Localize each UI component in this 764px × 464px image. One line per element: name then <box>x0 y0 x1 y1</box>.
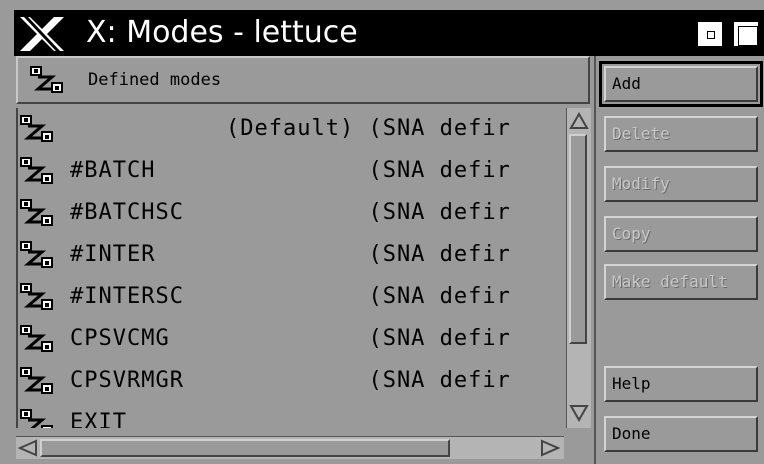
list-item[interactable]: CPSVRMGR (SNA defir <box>18 360 568 402</box>
mode-name: CPSVCMG <box>70 326 170 351</box>
vertical-scroll-thumb[interactable] <box>569 134 587 344</box>
mode-name: #INTER <box>70 242 156 267</box>
list-item[interactable]: #BATCHSC (SNA defir <box>18 192 568 234</box>
modes-list[interactable]: (Default) (SNA defir #BATCH (SNA defir #… <box>16 108 568 428</box>
list-item[interactable]: (Default) (SNA defir <box>18 108 568 150</box>
mode-description: (SNA defir <box>226 242 511 267</box>
mode-description: (Default) (SNA defir <box>226 116 511 141</box>
window-title: X: Modes - lettuce <box>86 15 358 50</box>
mode-name: EXIT <box>70 410 127 428</box>
list-item[interactable]: #INTER (SNA defir <box>18 234 568 276</box>
x-logo-icon[interactable] <box>18 15 66 53</box>
mode-icon <box>20 241 53 268</box>
vertical-scrollbar[interactable] <box>566 108 591 428</box>
mode-description: (SNA defir <box>226 326 511 351</box>
mode-icon <box>20 199 53 226</box>
horizontal-scroll-thumb[interactable] <box>40 439 450 457</box>
mode-icon <box>20 115 53 142</box>
list-header: Defined modes <box>16 56 590 104</box>
mode-description: (SNA defir <box>226 368 511 393</box>
list-item[interactable]: CPSVCMG (SNA defir <box>18 318 568 360</box>
mode-icon <box>20 283 53 310</box>
mode-name: #BATCH <box>70 158 156 183</box>
mode-name: #INTERSC <box>70 284 184 309</box>
mode-icon <box>30 66 63 93</box>
scroll-right-arrow-icon[interactable] <box>540 439 560 457</box>
mode-description: (SNA defir <box>226 200 511 225</box>
mode-description: (SNA defir <box>226 158 511 183</box>
horizontal-scrollbar[interactable] <box>16 436 564 459</box>
scroll-left-arrow-icon[interactable] <box>18 439 38 457</box>
minimize-button[interactable] <box>696 20 724 48</box>
add-button[interactable]: Add <box>599 61 763 107</box>
header-label: Defined modes <box>88 70 222 90</box>
mode-name: #BATCHSC <box>70 200 184 225</box>
list-item[interactable]: #BATCH (SNA defir <box>18 150 568 192</box>
panel-divider <box>594 56 596 464</box>
title-bar[interactable]: X: Modes - lettuce <box>14 10 764 56</box>
modes-window: X: Modes - lettuce Defined modes (Defaul… <box>0 0 764 464</box>
maximize-button[interactable] <box>732 20 760 48</box>
scroll-down-arrow-icon[interactable] <box>569 404 589 422</box>
mode-icon <box>20 409 53 428</box>
mode-icon <box>20 325 53 352</box>
mode-name: CPSVRMGR <box>70 368 184 393</box>
copy-button[interactable]: Copy <box>604 216 758 252</box>
make-default-button[interactable]: Make default <box>604 264 758 300</box>
done-button[interactable]: Done <box>604 416 758 452</box>
help-button[interactable]: Help <box>604 366 758 402</box>
mode-icon <box>20 157 53 184</box>
mode-description: (SNA defir <box>226 284 511 309</box>
list-item[interactable]: #INTERSC (SNA defir <box>18 276 568 318</box>
modify-button[interactable]: Modify <box>604 166 758 202</box>
mode-icon <box>20 367 53 394</box>
scroll-up-arrow-icon[interactable] <box>569 112 589 130</box>
list-item[interactable]: EXIT <box>18 402 568 428</box>
delete-button[interactable]: Delete <box>604 116 758 152</box>
